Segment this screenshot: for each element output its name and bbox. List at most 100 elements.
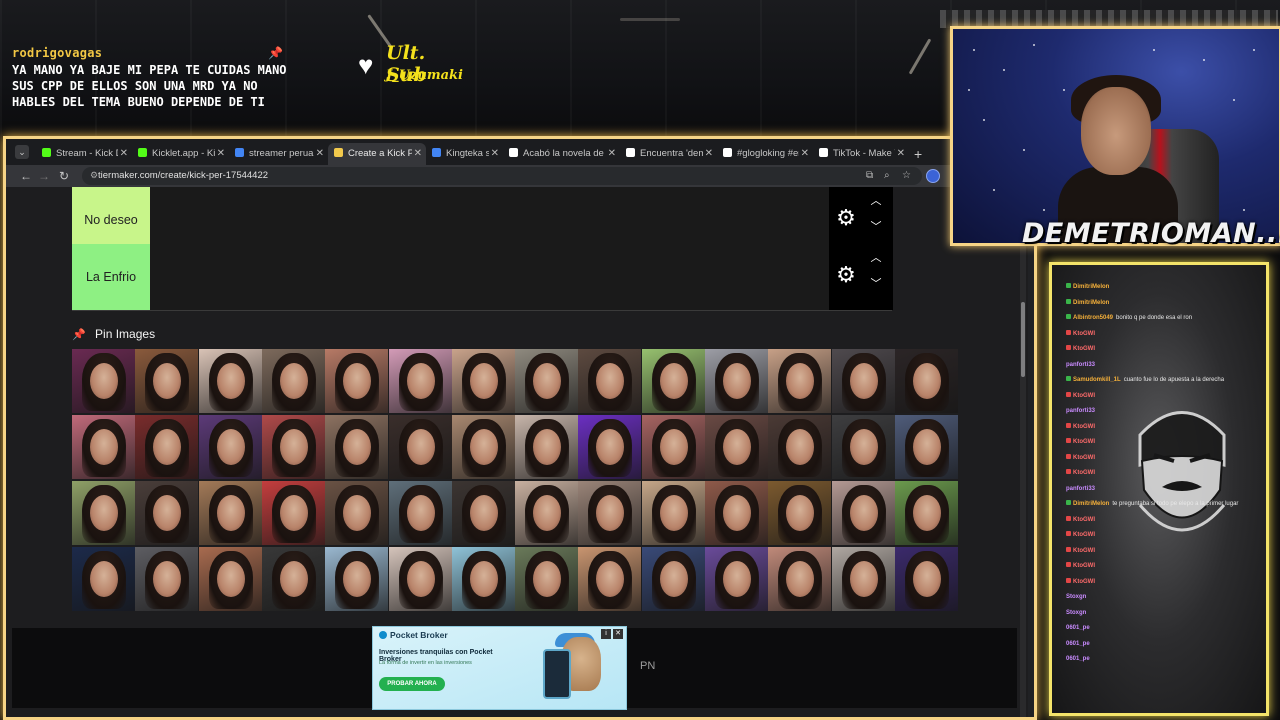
tier-image-thumbnail[interactable] — [705, 547, 768, 611]
chat-username[interactable]: Albintron5049 — [1073, 315, 1113, 321]
new-tab-button[interactable]: + — [914, 143, 922, 165]
tier-image-thumbnail[interactable] — [135, 349, 199, 413]
chat-username[interactable]: 0601_pe — [1066, 641, 1090, 647]
chat-username[interactable]: panforti33 — [1066, 486, 1095, 492]
tier-image-thumbnail[interactable] — [135, 481, 199, 545]
chat-username[interactable]: KtoGWI — [1073, 548, 1095, 554]
tier-image-thumbnail[interactable] — [831, 547, 895, 611]
tier-image-thumbnail[interactable] — [894, 547, 958, 611]
tab-close-icon[interactable]: ✕ — [217, 143, 225, 165]
bookmark-star-icon[interactable]: ☆ — [902, 170, 911, 181]
browser-tab[interactable]: TikTok - Make Your D✕ — [813, 143, 909, 165]
tier-image-thumbnail[interactable] — [198, 415, 262, 479]
chat-username[interactable]: KtoGWI — [1073, 455, 1095, 461]
tier-image-thumbnail[interactable] — [894, 415, 958, 479]
tier-image-thumbnail[interactable] — [72, 349, 135, 413]
tier-image-thumbnail[interactable] — [388, 547, 452, 611]
tier-image-thumbnail[interactable] — [451, 349, 515, 413]
tier-image-thumbnail[interactable] — [705, 415, 768, 479]
tier-image-thumbnail[interactable] — [768, 349, 832, 413]
chevron-down-icon[interactable]: ﹀ — [869, 277, 883, 291]
tier-image-thumbnail[interactable] — [641, 349, 705, 413]
chat-username[interactable]: KtoGWI — [1073, 439, 1095, 445]
chat-username[interactable]: panforti33 — [1066, 362, 1095, 368]
ad-close-icon[interactable]: ✕ — [613, 629, 623, 639]
tier-image-thumbnail[interactable] — [705, 349, 768, 413]
gear-icon[interactable]: ⚙ — [835, 207, 857, 229]
tier-image-thumbnail[interactable] — [261, 349, 325, 413]
tier-image-thumbnail[interactable] — [831, 415, 895, 479]
pin-images-header[interactable]: 📌 Pin Images — [72, 325, 155, 343]
tier-image-thumbnail[interactable] — [705, 481, 768, 545]
ad-info-icon[interactable]: i — [601, 629, 611, 639]
chat-username[interactable]: KtoGWI — [1073, 532, 1095, 538]
chat-username[interactable]: KtoGWI — [1073, 470, 1095, 476]
browser-tab[interactable]: Create a Kick Perú Ti✕ — [328, 143, 426, 165]
chat-username[interactable]: KtoGWI — [1073, 331, 1095, 337]
tier-image-thumbnail[interactable] — [72, 547, 135, 611]
browser-tab[interactable]: Kingteka streamer pe✕ — [426, 143, 503, 165]
tier-image-thumbnail[interactable] — [261, 415, 325, 479]
chat-username[interactable]: KtoGWI — [1073, 393, 1095, 399]
browser-tab[interactable]: streamer peruano gu✕ — [229, 143, 328, 165]
chat-username[interactable]: KtoGWI — [1073, 563, 1095, 569]
tier-image-thumbnail[interactable] — [388, 481, 452, 545]
chat-username[interactable]: KtoGWI — [1073, 579, 1095, 585]
chevron-up-icon[interactable]: ︿ — [869, 194, 883, 208]
browser-tab[interactable]: #glogloking #emeta✕ — [717, 143, 813, 165]
tier-image-thumbnail[interactable] — [135, 547, 199, 611]
tier-image-thumbnail[interactable] — [325, 547, 389, 611]
tab-close-icon[interactable]: ✕ — [316, 143, 324, 165]
tier-image-thumbnail[interactable] — [515, 415, 579, 479]
profile-avatar[interactable] — [926, 169, 940, 183]
tier-image-thumbnail[interactable] — [894, 349, 958, 413]
tier-image-thumbnail[interactable] — [515, 547, 579, 611]
zoom-icon[interactable]: ⌕ — [884, 170, 890, 181]
page-scrollbar[interactable] — [1020, 187, 1026, 717]
chat-username[interactable]: DimitriMelon — [1073, 284, 1109, 290]
tier-image-thumbnail[interactable] — [515, 349, 579, 413]
tier-image-thumbnail[interactable] — [72, 415, 135, 479]
tier-image-thumbnail[interactable] — [451, 481, 515, 545]
chevron-down-icon[interactable]: ﹀ — [869, 220, 883, 234]
tab-close-icon[interactable]: ✕ — [897, 143, 905, 165]
chat-username[interactable]: Samudomkill_1L — [1073, 377, 1121, 383]
browser-tab[interactable]: Encuentra 'demetrio✕ — [620, 143, 717, 165]
tier-image-thumbnail[interactable] — [451, 415, 515, 479]
tab-close-icon[interactable]: ✕ — [120, 143, 128, 165]
chevron-up-icon[interactable]: ︿ — [869, 251, 883, 265]
tier-image-thumbnail[interactable] — [641, 547, 705, 611]
scrollbar-thumb[interactable] — [1021, 302, 1025, 377]
chat-username[interactable]: DimitriMelon — [1073, 300, 1109, 306]
tier-image-thumbnail[interactable] — [198, 547, 262, 611]
tier-image-thumbnail[interactable] — [641, 415, 705, 479]
translate-icon[interactable]: ⧉ — [866, 170, 873, 181]
tab-close-icon[interactable]: ✕ — [608, 143, 616, 165]
tier-image-thumbnail[interactable] — [768, 547, 832, 611]
tier-image-thumbnail[interactable] — [325, 415, 389, 479]
chat-username[interactable]: panforti33 — [1066, 408, 1095, 414]
tab-close-icon[interactable]: ✕ — [801, 143, 809, 165]
tier-image-thumbnail[interactable] — [768, 415, 832, 479]
tier-image-thumbnail[interactable] — [198, 349, 262, 413]
gear-icon[interactable]: ⚙ — [835, 264, 857, 286]
browser-tab[interactable]: Acabó la novela de D ✕ — [503, 143, 620, 165]
tier-image-thumbnail[interactable] — [198, 481, 262, 545]
tab-close-icon[interactable]: ✕ — [491, 143, 499, 165]
tier-image-thumbnail[interactable] — [831, 349, 895, 413]
address-bar[interactable]: ⚙ tiermaker.com/create/kick-per-17544422… — [82, 167, 922, 185]
tier-image-thumbnail[interactable] — [894, 481, 958, 545]
tier-image-thumbnail[interactable] — [388, 349, 452, 413]
tier-image-thumbnail[interactable] — [451, 547, 515, 611]
chat-username[interactable]: KtoGWI — [1073, 424, 1095, 430]
tier-image-thumbnail[interactable] — [831, 481, 895, 545]
tab-close-icon[interactable]: ✕ — [705, 143, 713, 165]
tier-image-thumbnail[interactable] — [135, 415, 199, 479]
tab-close-icon[interactable]: ✕ — [414, 143, 422, 165]
forward-arrow-icon[interactable]: → — [36, 168, 52, 184]
tier-image-thumbnail[interactable] — [578, 547, 642, 611]
tier-image-thumbnail[interactable] — [261, 481, 325, 545]
ad-cta-button[interactable]: PROBAR AHORA — [379, 677, 445, 691]
reload-icon[interactable]: ↻ — [56, 168, 72, 184]
browser-tab[interactable]: Stream - Kick Dashbo✕ — [36, 143, 132, 165]
